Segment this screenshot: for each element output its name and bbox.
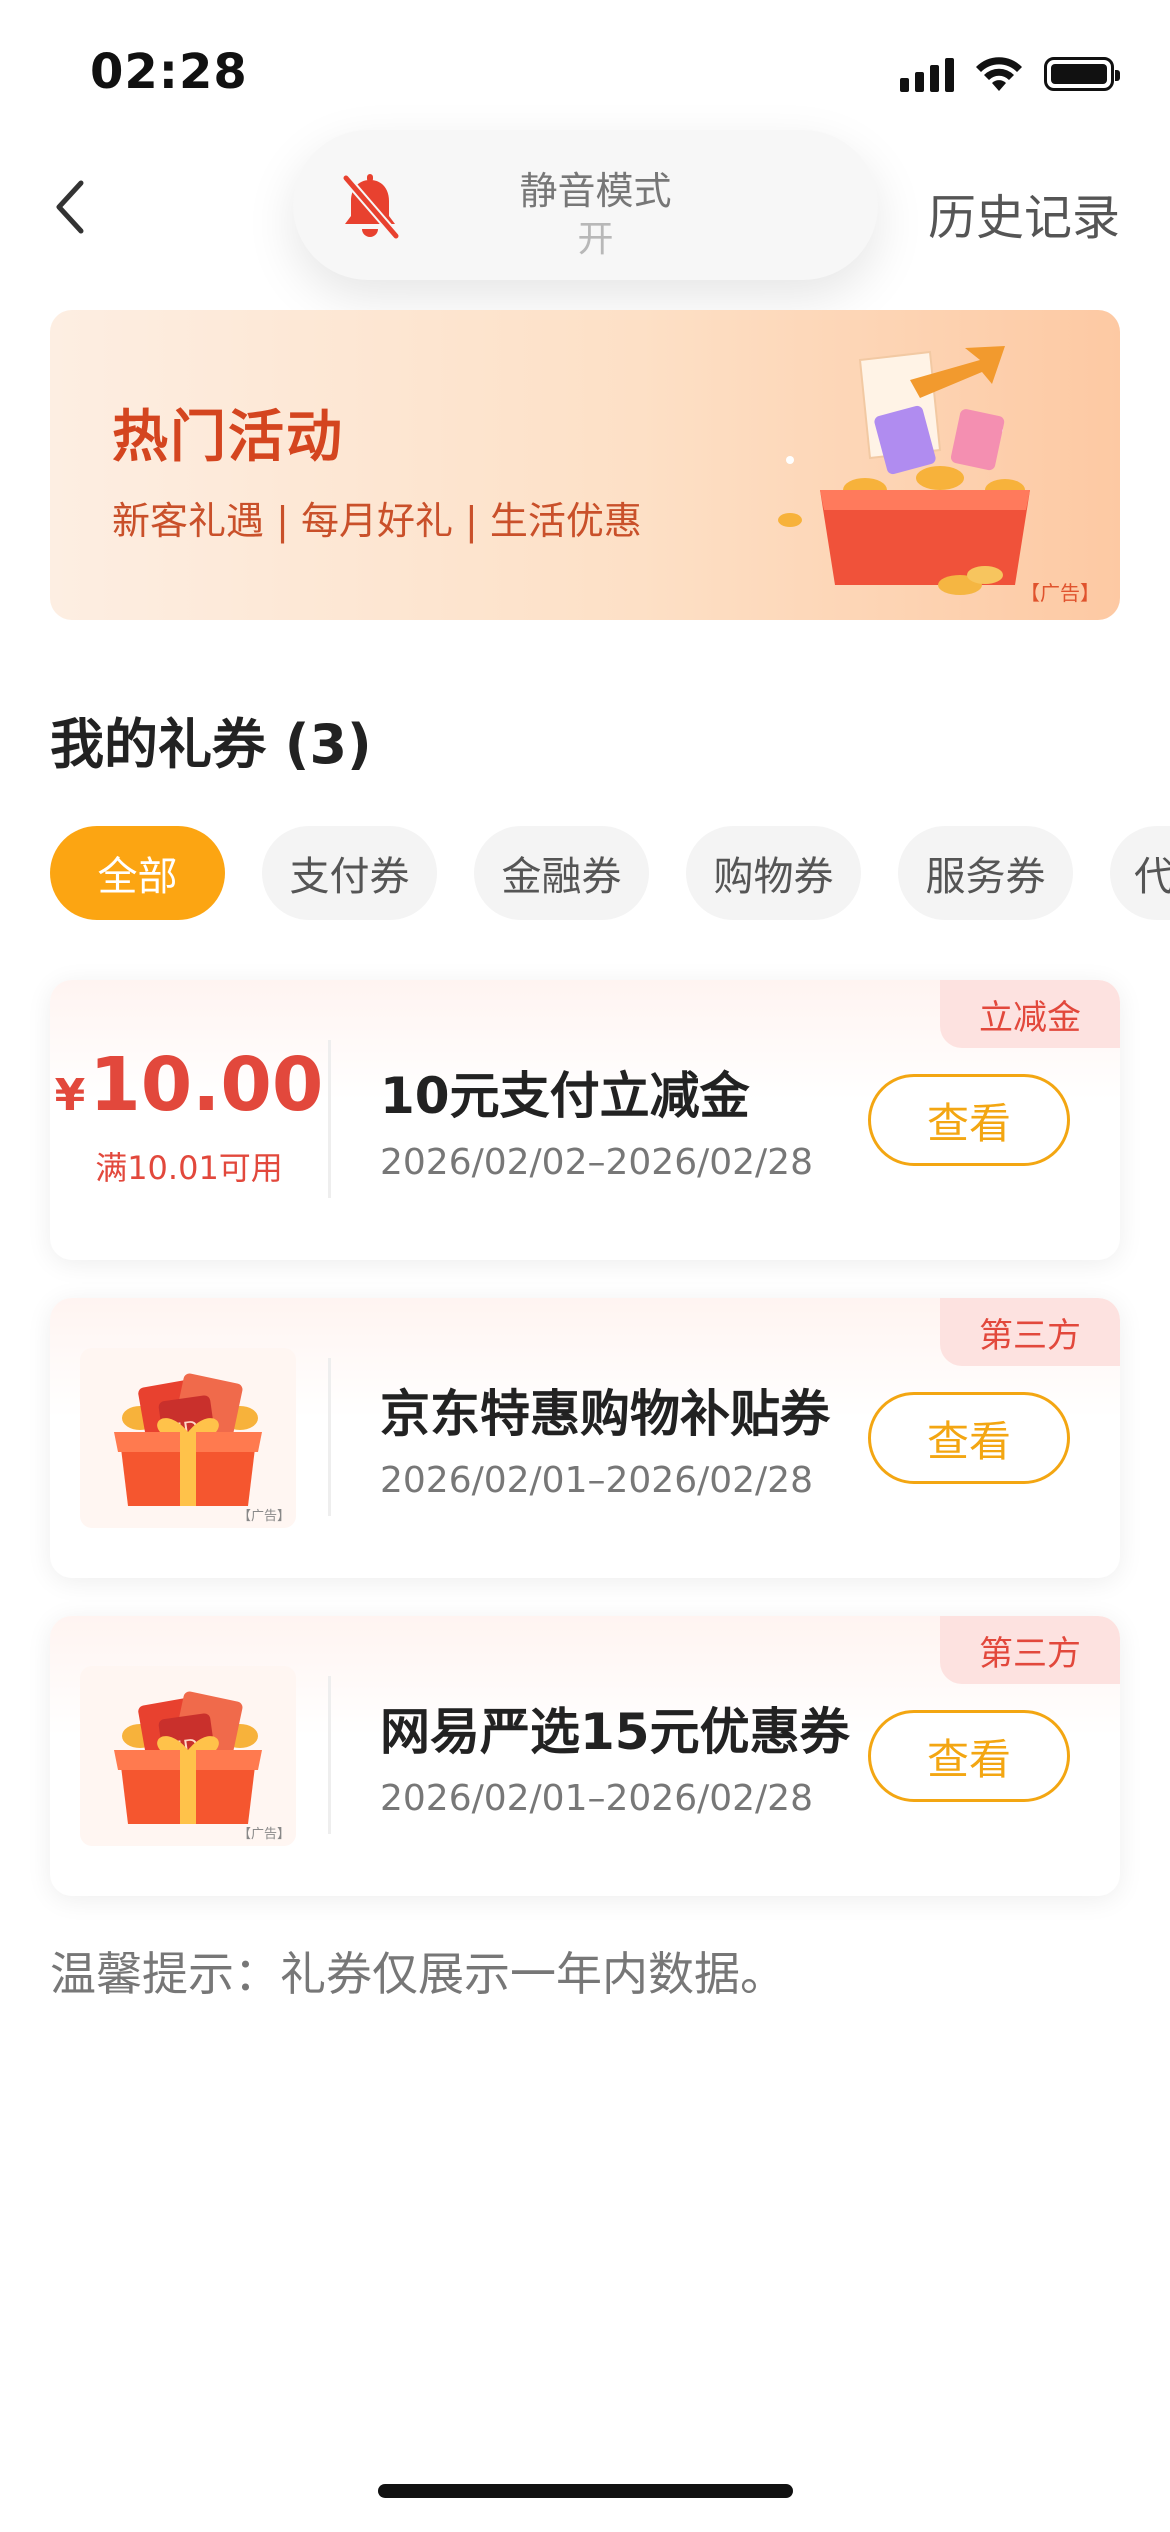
view-button[interactable]: 查看 bbox=[868, 1392, 1070, 1484]
filter-chip-all[interactable]: 全部 bbox=[50, 826, 225, 920]
currency-symbol: ¥ bbox=[54, 1070, 86, 1121]
mute-mode-state: 开 bbox=[577, 219, 614, 260]
coupon-card[interactable]: 第三方 ID 【广告】 网易严选15元优惠券 2026/02/01–2026/0… bbox=[50, 1616, 1120, 1896]
battery-icon bbox=[1044, 57, 1120, 91]
thumb-ad-label: 【广告】 bbox=[237, 1509, 290, 1524]
coupon-name: 网易严选15元优惠券 bbox=[380, 1703, 850, 1761]
coupon-price: ¥10.00 满10.01可用 bbox=[50, 1040, 328, 1189]
view-button[interactable]: 查看 bbox=[868, 1074, 1070, 1166]
coupon-name: 京东特惠购物补贴券 bbox=[380, 1385, 830, 1443]
view-button[interactable]: 查看 bbox=[868, 1710, 1070, 1802]
coupon-card[interactable]: 立减金 ¥10.00 满10.01可用 10元支付立减金 2026/02/02–… bbox=[50, 980, 1120, 1260]
wifi-icon bbox=[976, 57, 1022, 91]
filter-chip-shopping[interactable]: 购物券 bbox=[686, 826, 861, 920]
mute-mode-title: 静音模式 bbox=[519, 169, 672, 213]
status-icons bbox=[900, 52, 1120, 96]
back-button[interactable] bbox=[40, 170, 100, 244]
coupon-date: 2026/02/01–2026/02/28 bbox=[380, 1778, 813, 1819]
status-bar: 02:28 bbox=[0, 0, 1170, 140]
coupon-date: 2026/02/01–2026/02/28 bbox=[380, 1460, 813, 1501]
history-link[interactable]: 历史记录 bbox=[928, 178, 1120, 248]
coupon-thumbnail: ID 【广告】 bbox=[80, 1348, 296, 1528]
coupon-date: 2026/02/02–2026/02/28 bbox=[380, 1142, 813, 1183]
coupon-condition: 满10.01可用 bbox=[95, 1149, 283, 1187]
ad-label: 【广告】 bbox=[1020, 581, 1100, 605]
filter-chip-partial[interactable]: 代 bbox=[1110, 826, 1170, 920]
banner-title: 热门活动 bbox=[112, 405, 344, 470]
status-time: 02:28 bbox=[90, 44, 248, 100]
gift-basket-illustration bbox=[778, 346, 1030, 595]
gift-box-icon: ID bbox=[114, 1373, 262, 1506]
coupon-name: 10元支付立减金 bbox=[380, 1067, 750, 1125]
coupon-tag: 立减金 bbox=[940, 980, 1120, 1048]
chevron-left-icon bbox=[56, 180, 84, 234]
gift-box-icon: ID bbox=[114, 1691, 262, 1824]
card-divider bbox=[328, 1358, 331, 1516]
coupon-tag: 第三方 bbox=[940, 1298, 1120, 1366]
card-divider bbox=[328, 1676, 331, 1834]
section-title: 我的礼券 (3) bbox=[50, 713, 372, 776]
filter-chip-payment[interactable]: 支付券 bbox=[262, 826, 437, 920]
coupon-amount: 10.00 bbox=[89, 1042, 324, 1128]
thumb-ad-label: 【广告】 bbox=[237, 1827, 290, 1842]
home-indicator[interactable] bbox=[378, 2484, 793, 2498]
promo-banner[interactable]: 热门活动 新客礼遇 | 每月好礼 | 生活优惠 【广告】 bbox=[50, 310, 1120, 620]
filter-chip-finance[interactable]: 金融券 bbox=[474, 826, 649, 920]
coupon-card[interactable]: 第三方 ID 【广告】 京东特惠购物补贴券 2026/02/01–2026/02… bbox=[50, 1298, 1120, 1578]
coupon-filter-tabs: 全部 支付券 金融券 购物券 服务券 代 bbox=[50, 826, 1170, 920]
coupon-thumbnail: ID 【广告】 bbox=[80, 1666, 296, 1846]
tip-text: 温馨提示：礼券仅展示一年内数据。 bbox=[50, 1947, 786, 2001]
coupon-tag: 第三方 bbox=[940, 1616, 1120, 1684]
cellular-signal-icon bbox=[900, 56, 954, 92]
mute-mode-toggle[interactable]: 静音模式 开 bbox=[293, 130, 878, 280]
banner-subtitle: 新客礼遇 | 每月好礼 | 生活优惠 bbox=[112, 499, 642, 543]
filter-chip-service[interactable]: 服务券 bbox=[898, 826, 1073, 920]
card-divider bbox=[328, 1040, 331, 1198]
